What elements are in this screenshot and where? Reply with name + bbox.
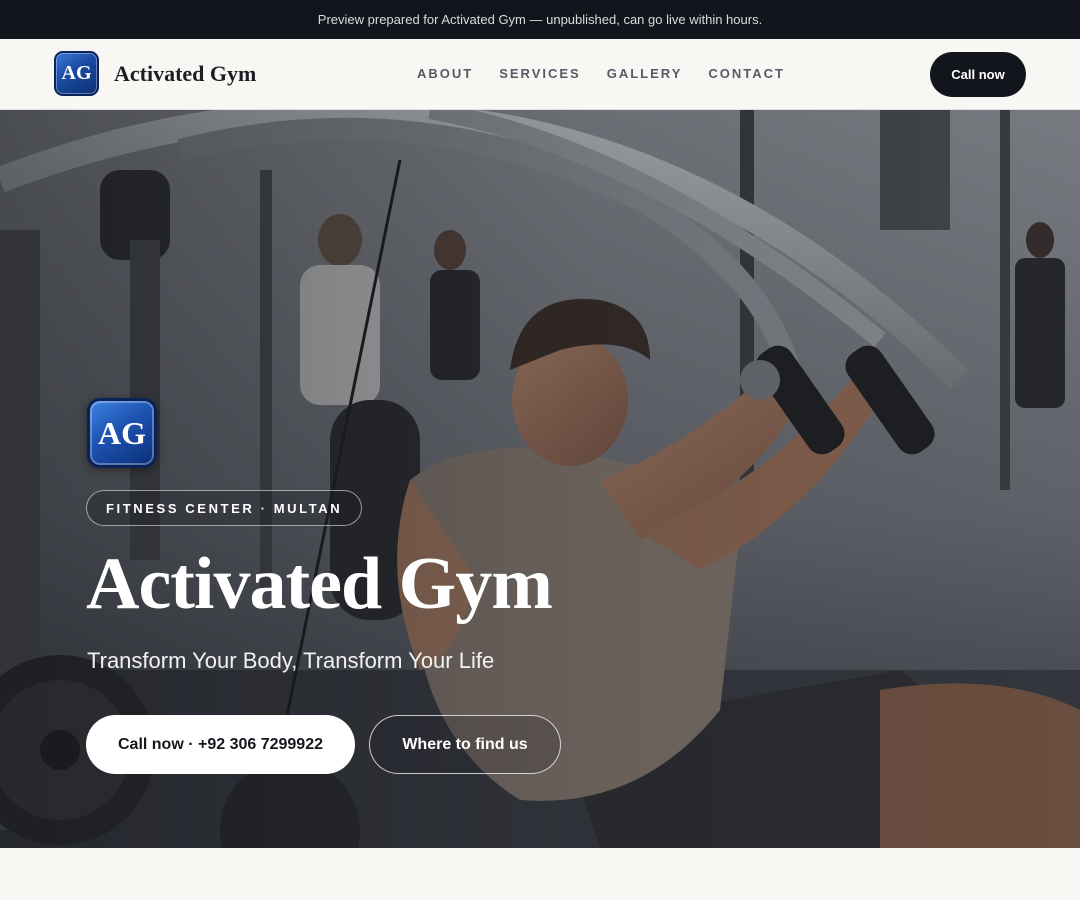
logo-icon: AG — [54, 51, 99, 96]
call-now-button[interactable]: Call now — [930, 52, 1026, 97]
site-header: AG Activated Gym ABOUT SERVICES GALLERY … — [0, 39, 1080, 110]
nav-link-gallery[interactable]: GALLERY — [607, 66, 683, 81]
hero-subtitle: Transform Your Body, Transform Your Life — [87, 648, 495, 673]
location-tag: FITNESS CENTER · MULTAN — [86, 490, 363, 526]
main-nav: ABOUT SERVICES GALLERY CONTACT — [417, 66, 811, 81]
preview-banner: Preview prepared for Activated Gym — unp… — [0, 0, 1080, 39]
location-button[interactable]: Where to find us — [369, 715, 561, 774]
call-phone-button[interactable]: Call now · +92 306 7299922 — [86, 715, 355, 774]
brand-name: Activated Gym — [114, 60, 257, 86]
nav-link-services[interactable]: SERVICES — [499, 66, 581, 81]
hero-logo-icon: AG — [87, 398, 157, 468]
nav-link-about[interactable]: ABOUT — [417, 66, 473, 81]
brand[interactable]: AG Activated Gym — [54, 51, 256, 96]
hero-section: AG FITNESS CENTER · MULTAN Activated Gym… — [0, 110, 1080, 848]
hero-title: Activated Gym — [86, 543, 553, 625]
nav-link-contact[interactable]: CONTACT — [708, 66, 785, 81]
preview-banner-text: Preview prepared for Activated Gym — unp… — [317, 12, 763, 27]
